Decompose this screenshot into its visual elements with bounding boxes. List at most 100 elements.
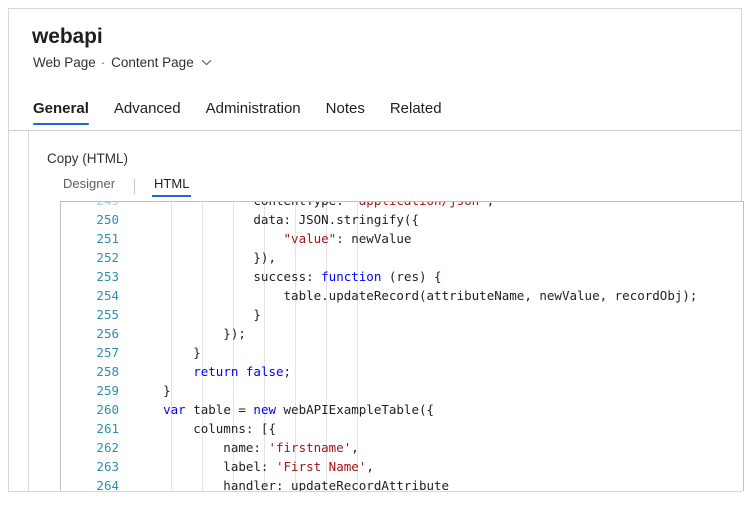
- code-line-text: label: 'First Name',: [133, 457, 374, 476]
- code-line[interactable]: 258 return false;: [61, 362, 743, 381]
- code-line-text: });: [133, 324, 246, 343]
- form-body: Copy (HTML) Designer HTML 249 contentTyp…: [8, 131, 742, 492]
- line-number: 257: [61, 343, 119, 362]
- tab-html-label: HTML: [154, 176, 189, 191]
- code-line-text: }: [133, 305, 261, 324]
- tab-related-label: Related: [390, 100, 442, 117]
- record-entity-type: Web Page: [33, 54, 96, 72]
- line-number: 255: [61, 305, 119, 324]
- code-line[interactable]: 259 }: [61, 381, 743, 400]
- code-token: 'application/json': [351, 202, 486, 208]
- code-token: ,: [487, 202, 495, 208]
- code-line[interactable]: 262 name: 'firstname',: [61, 438, 743, 457]
- code-token: : newValue: [336, 231, 411, 246]
- code-token: return: [193, 364, 238, 379]
- code-line-text: columns: [{: [133, 419, 276, 438]
- code-token: ;: [284, 364, 292, 379]
- code-line-text: handler: updateRecordAttribute: [133, 476, 449, 491]
- code-line-text: }),: [133, 248, 276, 267]
- line-number: 252: [61, 248, 119, 267]
- copy-html-field-label: Copy (HTML): [47, 150, 128, 168]
- code-token: webAPIExampleTable({: [276, 402, 434, 417]
- record-subtitle: Web Page · Content Page: [33, 54, 210, 72]
- tab-designer-label: Designer: [63, 176, 115, 191]
- code-line[interactable]: 249 contentType: 'application/json',: [61, 202, 743, 210]
- main-tab-list: General Advanced Administration Notes Re…: [33, 93, 467, 125]
- tab-general[interactable]: General: [33, 99, 89, 125]
- code-line-text: data: JSON.stringify({: [133, 210, 419, 229]
- code-scroll-area[interactable]: 249 contentType: 'application/json',250 …: [61, 202, 743, 491]
- code-token: contentType:: [133, 202, 351, 208]
- line-number: 258: [61, 362, 119, 381]
- code-token: [133, 231, 284, 246]
- code-token: table =: [186, 402, 254, 417]
- tab-advanced[interactable]: Advanced: [114, 99, 181, 125]
- line-number: 249: [61, 202, 119, 210]
- code-line-text: name: 'firstname',: [133, 438, 359, 457]
- code-token: }: [133, 383, 171, 398]
- record-header: webapi Web Page · Content Page General A…: [8, 8, 742, 131]
- subtitle-separator: ·: [101, 54, 105, 72]
- code-lines[interactable]: 249 contentType: 'application/json',250 …: [61, 202, 743, 491]
- page-title: webapi: [32, 24, 103, 50]
- line-number: 260: [61, 400, 119, 419]
- code-token: }: [133, 307, 261, 322]
- form-selector-label[interactable]: Content Page: [111, 54, 194, 72]
- code-line[interactable]: 253 success: function (res) {: [61, 267, 743, 286]
- editor-mode-tab-list: Designer HTML: [61, 175, 191, 197]
- code-line[interactable]: 252 }),: [61, 248, 743, 267]
- code-line-text: var table = new webAPIExampleTable({: [133, 400, 434, 419]
- code-line-text: }: [133, 381, 171, 400]
- tab-notes-label: Notes: [326, 100, 365, 117]
- code-line[interactable]: 263 label: 'First Name',: [61, 457, 743, 476]
- code-token: }),: [133, 250, 276, 265]
- line-number: 262: [61, 438, 119, 457]
- tab-related[interactable]: Related: [390, 99, 442, 125]
- code-token: [133, 364, 193, 379]
- editor-tab-divider: [134, 179, 135, 194]
- tab-notes[interactable]: Notes: [326, 99, 365, 125]
- line-number: 259: [61, 381, 119, 400]
- code-token: (res) {: [381, 269, 441, 284]
- code-line[interactable]: 251 "value": newValue: [61, 229, 743, 248]
- code-token: "value": [284, 231, 337, 246]
- tab-administration[interactable]: Administration: [206, 99, 301, 125]
- code-token: }: [133, 345, 201, 360]
- code-line[interactable]: 264 handler: updateRecordAttribute: [61, 476, 743, 491]
- line-number: 251: [61, 229, 119, 248]
- code-line[interactable]: 260 var table = new webAPIExampleTable({: [61, 400, 743, 419]
- line-number: 264: [61, 476, 119, 491]
- code-token: function: [321, 269, 381, 284]
- tab-advanced-label: Advanced: [114, 100, 181, 117]
- tab-html[interactable]: HTML: [152, 175, 191, 197]
- code-line-text: success: function (res) {: [133, 267, 442, 286]
- code-line-text: return false;: [133, 362, 291, 381]
- html-code-editor[interactable]: 249 contentType: 'application/json',250 …: [60, 201, 744, 491]
- line-number: 261: [61, 419, 119, 438]
- line-number: 254: [61, 286, 119, 305]
- code-token: 'First Name': [276, 459, 366, 474]
- chevron-down-icon[interactable]: [201, 57, 210, 66]
- code-token: var: [163, 402, 186, 417]
- code-line-text: table.updateRecord(attributeName, newVal…: [133, 286, 697, 305]
- code-token: false: [246, 364, 284, 379]
- code-line-text: "value": newValue: [133, 229, 411, 248]
- code-token: columns: [{: [133, 421, 276, 436]
- code-line[interactable]: 257 }: [61, 343, 743, 362]
- tab-designer[interactable]: Designer: [61, 175, 117, 197]
- code-token: data: JSON.stringify({: [133, 212, 419, 227]
- tab-administration-label: Administration: [206, 100, 301, 117]
- record-page: webapi Web Page · Content Page General A…: [8, 8, 742, 492]
- code-line[interactable]: 256 });: [61, 324, 743, 343]
- code-line[interactable]: 250 data: JSON.stringify({: [61, 210, 743, 229]
- code-token: handler: updateRecordAttribute: [133, 478, 449, 491]
- code-token: name:: [133, 440, 268, 455]
- copy-html-field: Copy (HTML) Designer HTML 249 contentTyp…: [28, 131, 740, 492]
- code-line[interactable]: 254 table.updateRecord(attributeName, ne…: [61, 286, 743, 305]
- code-token: label:: [133, 459, 276, 474]
- code-line-text: }: [133, 343, 201, 362]
- code-line[interactable]: 255 }: [61, 305, 743, 324]
- code-token: success:: [133, 269, 321, 284]
- code-token: ,: [351, 440, 359, 455]
- code-line[interactable]: 261 columns: [{: [61, 419, 743, 438]
